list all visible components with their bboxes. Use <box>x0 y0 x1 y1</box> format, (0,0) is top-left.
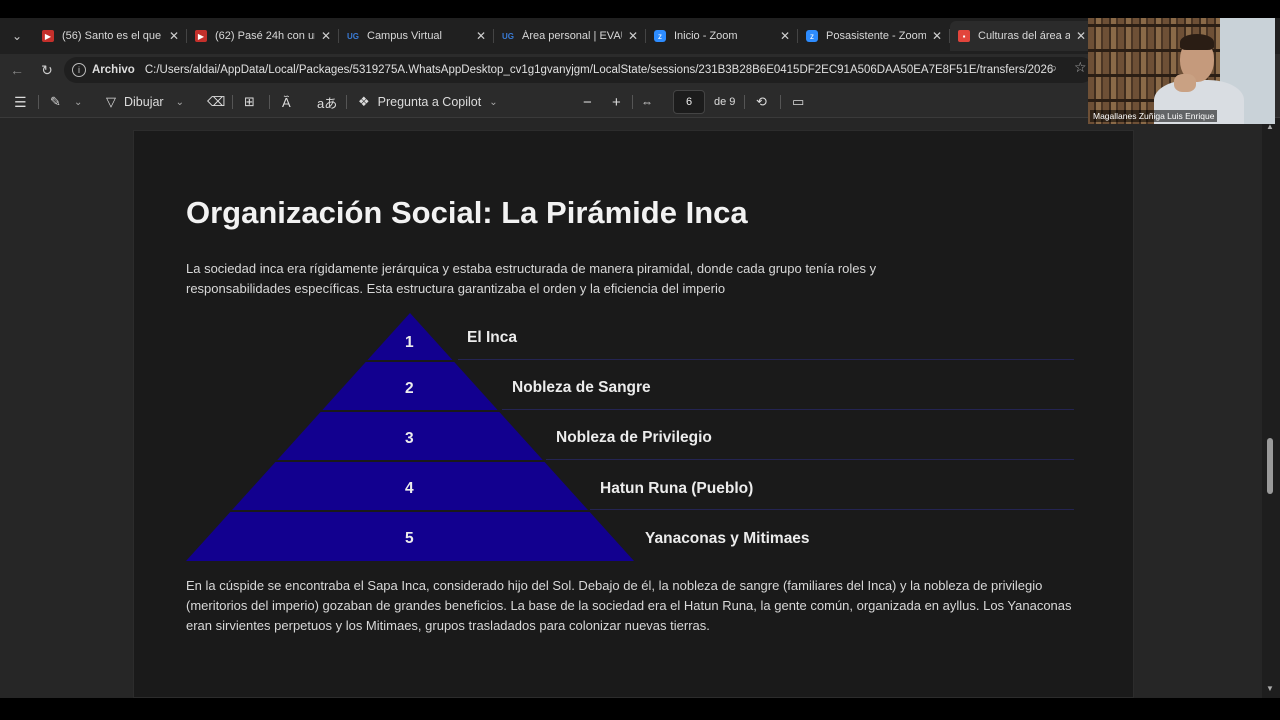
ug-icon: UG <box>502 31 514 41</box>
person-hair <box>1180 34 1214 50</box>
reload-icon[interactable]: ↻ <box>32 62 62 79</box>
tab-zoom-posasistente[interactable]: z Posasistente - Zoom ✕ <box>798 21 950 51</box>
close-icon[interactable]: ✕ <box>628 29 638 43</box>
tab-title: Culturas del área andina <box>978 30 1070 42</box>
draw-label: Dibujar <box>124 95 164 109</box>
divider <box>232 95 233 109</box>
page-number-box: 6 <box>673 86 705 118</box>
page-total: de 9 <box>714 96 736 108</box>
zoom-icon: z <box>654 30 666 42</box>
close-icon[interactable]: ✕ <box>932 29 942 43</box>
tab-title: Posasistente - Zoom <box>826 30 926 42</box>
pyramid-level-label: El Inca <box>467 329 517 346</box>
tab-title: Campus Virtual <box>367 30 442 42</box>
chevron-down-icon: ⌄ <box>489 96 498 108</box>
close-icon[interactable]: ✕ <box>321 29 331 43</box>
zoom-out-icon[interactable]: − <box>583 86 592 118</box>
pyramid-level-number: 1 <box>405 334 414 351</box>
highlight-icon[interactable]: ✎ <box>50 86 61 118</box>
chevron-down-icon: ⌄ <box>175 96 184 108</box>
pyramid-level-number: 3 <box>405 430 414 447</box>
pyramid-level-number: 5 <box>405 530 414 547</box>
tab-evaug[interactable]: UG Área personal | EVAUG ✕ <box>494 21 646 51</box>
page-number-input[interactable]: 6 <box>673 90 705 114</box>
vertical-scrollbar[interactable]: ▲ ▼ <box>1262 118 1280 698</box>
tab-search-chevron-icon[interactable]: ⌄ <box>0 18 34 54</box>
page-view-icon[interactable]: ▭ <box>792 86 804 118</box>
slide-outro: En la cúspide se encontraba el Sapa Inca… <box>186 578 1072 633</box>
pyramid-level-number: 2 <box>405 380 414 397</box>
zoom-in-icon[interactable]: + <box>612 86 621 118</box>
level-separator <box>502 409 1074 410</box>
pyramid-level-number: 4 <box>405 480 414 497</box>
close-icon[interactable]: ✕ <box>169 29 179 43</box>
divider <box>744 95 745 109</box>
star-icon[interactable]: ☆ <box>1074 59 1087 76</box>
copilot-icon: ❖ <box>358 94 370 109</box>
youtube-icon: ▶ <box>195 30 207 42</box>
draw-button[interactable]: ▽ Dibujar ⌄ <box>106 86 184 118</box>
tab-campus-virtual[interactable]: UG Campus Virtual ✕ <box>339 21 494 51</box>
participant-name: Magallanes Zuñiga Luis Enrique <box>1090 110 1218 122</box>
tab-title: Área personal | EVAUG <box>522 30 622 42</box>
zoom-video-thumbnail[interactable]: Magallanes Zuñiga Luis Enrique <box>1088 18 1275 124</box>
add-text-icon[interactable]: ⊞ <box>244 86 255 118</box>
url-scheme-label: Archivo <box>92 64 135 76</box>
copilot-button[interactable]: ❖ Pregunta a Copilot ⌄ <box>358 86 498 118</box>
tabs: ▶ (56) Santo es el que Viv ✕ ▶ (62) Pasé… <box>34 18 1094 54</box>
search-icon[interactable]: ⌕ <box>1050 60 1057 76</box>
draw-icon: ▽ <box>106 94 116 109</box>
tab-culturas-pdf[interactable]: ▪ Culturas del área andina ✕ <box>950 21 1094 51</box>
tab-youtube-2[interactable]: ▶ (62) Pasé 24h con un Ni ✕ <box>187 21 339 51</box>
person-hand <box>1174 74 1196 92</box>
tab-title: (62) Pasé 24h con un Ni <box>215 30 315 42</box>
divider <box>269 95 270 109</box>
divider <box>632 95 633 109</box>
ug-icon: UG <box>347 31 359 41</box>
level-separator <box>590 509 1074 510</box>
eraser-icon[interactable]: ⌫ <box>207 86 225 118</box>
pyramid-level-label: Nobleza de Privilegio <box>556 429 712 446</box>
youtube-icon: ▶ <box>42 30 54 42</box>
divider <box>780 95 781 109</box>
tab-title: (56) Santo es el que Viv <box>62 30 163 42</box>
slide-intro: La sociedad inca era rígidamente jerárqu… <box>186 261 877 296</box>
close-icon[interactable]: ✕ <box>780 29 790 43</box>
read-aloud-icon[interactable]: A᷈ <box>282 86 291 118</box>
info-icon[interactable]: i <box>72 63 86 77</box>
url-input[interactable]: i Archivo C:/Users/aldai/AppData/Local/P… <box>64 57 1094 83</box>
divider <box>38 95 39 109</box>
pdf-icon: ▪ <box>958 30 970 42</box>
copilot-label: Pregunta a Copilot <box>377 95 482 109</box>
level-separator <box>546 459 1074 460</box>
tab-youtube-1[interactable]: ▶ (56) Santo es el que Viv ✕ <box>34 21 187 51</box>
slide-title: Organización Social: La Pirámide Inca <box>186 195 748 230</box>
close-icon[interactable]: ✕ <box>1076 29 1086 43</box>
divider <box>346 95 347 109</box>
contents-list-icon[interactable]: ☰ <box>14 86 27 118</box>
pyramid-level-label: Nobleza de Sangre <box>512 379 651 396</box>
scroll-down-icon[interactable]: ▼ <box>1266 684 1274 693</box>
translate-icon[interactable]: aあ <box>317 86 337 118</box>
zoom-icon: z <box>806 30 818 42</box>
scrollbar-thumb[interactable] <box>1267 438 1273 494</box>
fit-page-icon[interactable]: ⇔ <box>641 86 653 118</box>
pdf-page: Organización Social: La Pirámide Inca La… <box>133 130 1134 698</box>
close-icon[interactable]: ✕ <box>476 29 486 43</box>
rotate-icon[interactable]: ⟲ <box>756 86 767 118</box>
pdf-viewer[interactable]: Organización Social: La Pirámide Inca La… <box>0 118 1280 698</box>
back-arrow-icon[interactable]: ← <box>2 62 32 78</box>
level-separator <box>458 359 1074 360</box>
url-text: C:/Users/aldai/AppData/Local/Packages/53… <box>144 64 1055 76</box>
pyramid-level-label: Hatun Runa (Pueblo) <box>600 480 754 497</box>
chevron-down-icon[interactable]: ⌄ <box>74 86 82 118</box>
tab-zoom-inicio[interactable]: z Inicio - Zoom ✕ <box>646 21 798 51</box>
tab-title: Inicio - Zoom <box>674 30 738 42</box>
pyramid-level-label: Yanaconas y Mitimaes <box>645 530 810 547</box>
